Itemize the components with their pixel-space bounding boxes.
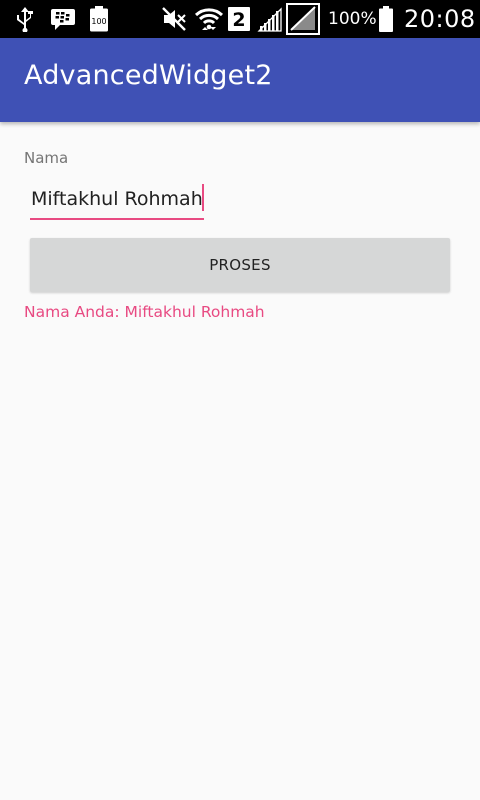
app-title: AdvancedWidget2: [24, 60, 273, 91]
bbm-icon: [50, 0, 76, 38]
svg-text:100: 100: [91, 17, 106, 26]
status-bar: 100 2 100% 20:08: [0, 0, 480, 38]
name-label: Nama: [24, 149, 69, 167]
signal-no-sim-icon: [286, 0, 320, 38]
signal-icon: [257, 0, 283, 38]
usb-icon: [14, 0, 36, 38]
proses-button[interactable]: PROSES: [30, 238, 450, 292]
name-input-value: Miftakhul Rohmah: [31, 188, 203, 210]
app-bar: AdvancedWidget2: [0, 38, 480, 122]
battery-100-icon: 100: [89, 0, 109, 38]
text-cursor: [202, 184, 204, 211]
name-input[interactable]: Miftakhul Rohmah: [30, 180, 204, 220]
clock: 20:08: [404, 5, 476, 33]
battery-percent: 100%: [328, 9, 377, 29]
sim-2-icon: 2: [227, 0, 251, 38]
main-content: Nama Miftakhul Rohmah PROSES Nama Anda: …: [0, 122, 480, 800]
battery-icon: [378, 0, 394, 38]
svg-text:2: 2: [232, 9, 245, 31]
result-text: Nama Anda: Miftakhul Rohmah: [24, 303, 265, 321]
mute-icon: [161, 0, 187, 38]
wifi-icon: [194, 0, 224, 38]
